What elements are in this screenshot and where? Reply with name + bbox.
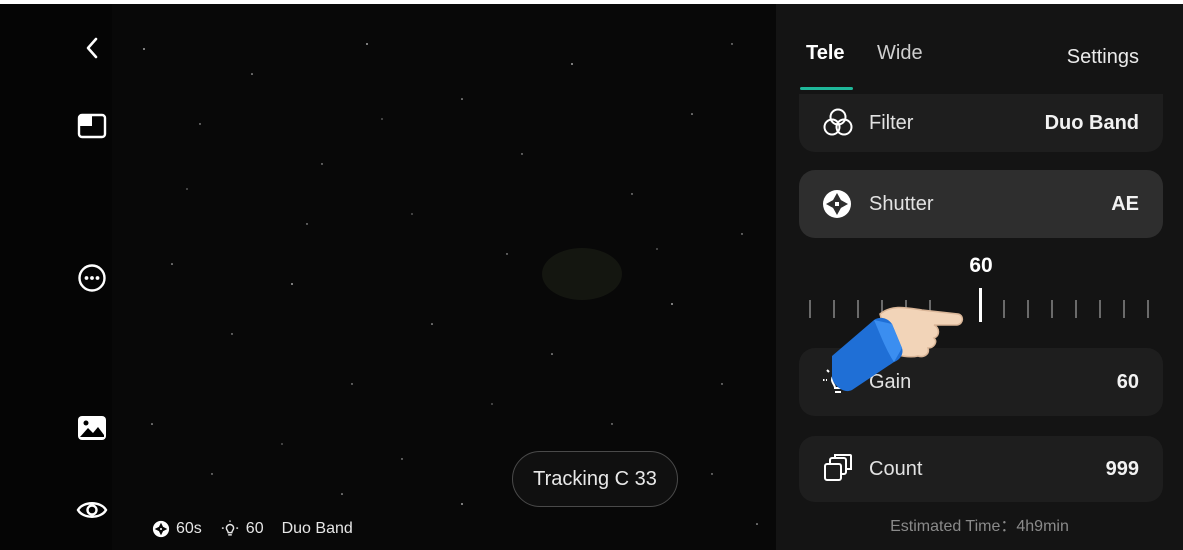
tab-bar: Tele Wide Settings [776,4,1183,94]
shutter-value: AE [1111,192,1139,215]
tracking-button[interactable]: Tracking C 33 [512,451,678,507]
estimated-time: Estimated Time：4h9min [890,518,1069,535]
left-toolbar [0,4,112,550]
camera-viewfinder[interactable]: 60s 60 Duo Band Tracking C 33 [112,4,776,550]
filter-label: Filter [869,111,914,134]
status-shutter-value: 60s [176,520,202,537]
filter-icon [821,107,861,139]
dial-tick [1051,300,1053,318]
filter-row[interactable]: Filter Duo Band [799,94,1163,152]
gallery-icon [78,416,106,440]
settings-panel: Tele Wide Settings Filter Duo Band Shutt… [776,4,1183,550]
layout-icon [77,113,107,139]
filter-value: Duo Band [1044,111,1139,134]
dial-tick [1075,300,1077,318]
dial-tick [1099,300,1101,318]
count-value: 999 [1105,457,1139,480]
star-field [143,43,758,525]
back-button[interactable] [72,28,112,68]
dial-center-tick [979,288,982,322]
tab-tele[interactable]: Tele [806,42,845,65]
dial-tick [1027,300,1029,318]
more-options-button[interactable] [72,258,112,298]
capture-status-bar: 60s 60 Duo Band [152,518,353,540]
gain-icon [221,520,238,536]
dial-value: 60 [969,254,993,277]
back-icon [86,37,98,59]
more-icon [78,264,106,292]
dial-tick [1003,300,1005,318]
status-gain-value: 60 [245,520,264,537]
shutter-label: Shutter [869,192,934,215]
active-tab-indicator [800,87,853,90]
app-screen: 60s 60 Duo Band Tracking C 33 Tele Wide … [0,4,1183,550]
eye-icon [76,502,108,518]
status-filter-value: Duo Band [281,520,353,537]
layout-toggle-button[interactable] [72,106,112,146]
settings-link[interactable]: Settings [1067,46,1139,69]
count-label: Count [869,457,923,480]
count-row[interactable]: Count 999 [799,436,1163,502]
shutter-row[interactable]: Shutter AE [799,170,1163,238]
dial-tick [1123,300,1125,318]
tab-wide[interactable]: Wide [877,42,923,65]
gallery-button[interactable] [72,408,112,448]
dial-tick [809,300,811,318]
shutter-icon [152,520,170,538]
dial-tick [1147,300,1149,318]
count-icon [821,453,861,485]
pointing-hand-icon [832,306,964,392]
visibility-button[interactable] [72,490,112,530]
shutter-icon [821,188,861,220]
gain-value: 60 [1116,370,1139,393]
